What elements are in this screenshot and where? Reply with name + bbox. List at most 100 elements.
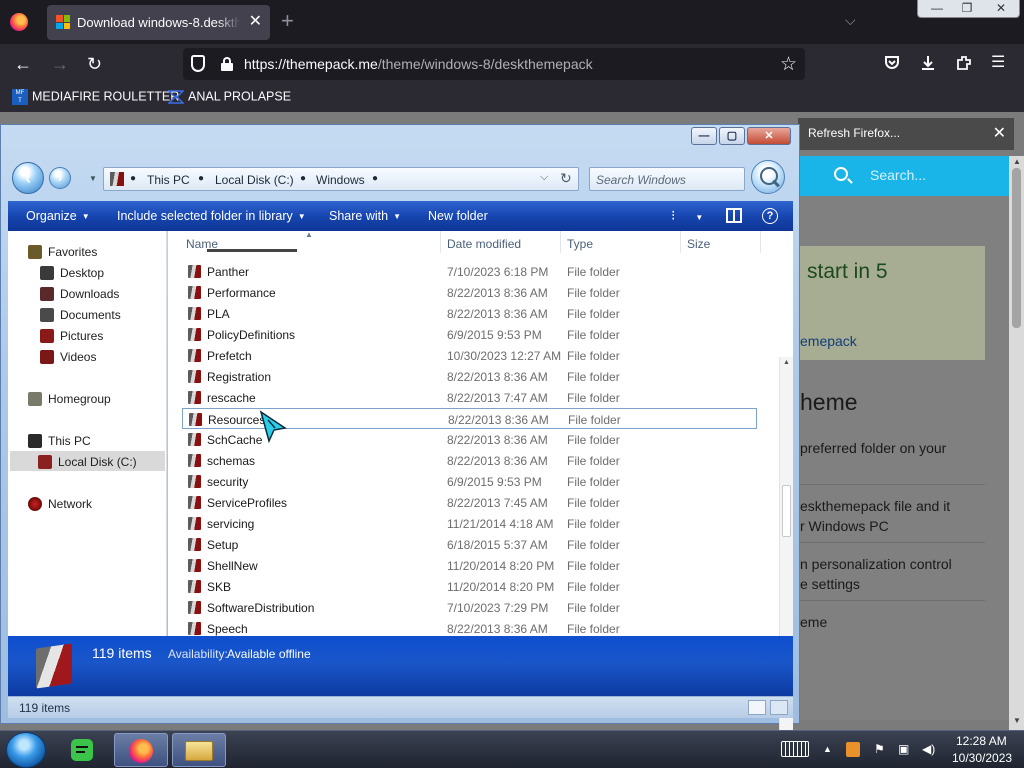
action-center-flag-icon[interactable]: ⚑ bbox=[874, 741, 885, 757]
lock-icon[interactable] bbox=[221, 57, 233, 71]
change-view-icon[interactable]: ⁝ ▼ bbox=[671, 207, 703, 224]
breadcrumb-this-pc[interactable]: This PC bbox=[147, 173, 190, 187]
table-row[interactable]: SKB 11/20/2014 8:20 PM File folder bbox=[182, 576, 757, 597]
nav-documents[interactable]: Documents bbox=[40, 308, 121, 322]
search-windows-input[interactable]: Search Windows bbox=[589, 167, 745, 191]
touch-keyboard-icon[interactable] bbox=[781, 741, 809, 757]
back-button[interactable]: ‹ bbox=[12, 162, 44, 194]
download-link[interactable]: emepack bbox=[800, 333, 857, 349]
network-icon[interactable]: ▣ bbox=[898, 741, 909, 757]
forward-icon[interactable]: → bbox=[51, 54, 69, 74]
search-icon[interactable] bbox=[751, 160, 785, 194]
column-separator[interactable] bbox=[760, 231, 761, 253]
nav-favorites[interactable]: Favorites bbox=[28, 245, 97, 259]
table-row[interactable]: schemas 8/22/2013 8:36 AM File folder bbox=[182, 450, 757, 471]
list-all-tabs-icon[interactable]: ⌵ bbox=[845, 12, 856, 29]
tray-app-icon[interactable] bbox=[846, 742, 860, 757]
minimize-button[interactable]: — bbox=[924, 0, 950, 17]
explorer-minimize-button[interactable]: — bbox=[691, 127, 717, 145]
notification-close-icon[interactable]: ✕ bbox=[993, 123, 1006, 143]
bookmark-second[interactable]: ANAL PROLAPSE bbox=[167, 89, 291, 105]
tracking-shield-icon[interactable] bbox=[191, 55, 205, 72]
scroll-up-arrow[interactable]: ▲ bbox=[1013, 157, 1021, 166]
scroll-up-arrow[interactable]: ▲ bbox=[783, 359, 790, 366]
include-in-library-button[interactable]: Include selected folder in library ▼ bbox=[117, 209, 306, 223]
scrollbar-thumb[interactable] bbox=[1012, 168, 1021, 328]
address-bar[interactable]: ● This PC ● Local Disk (C:) ● Windows ● … bbox=[103, 167, 579, 191]
preview-pane-icon[interactable] bbox=[726, 208, 742, 223]
explorer-close-button[interactable]: ✕ bbox=[747, 127, 791, 145]
search-icon[interactable] bbox=[834, 167, 848, 181]
nav-homegroup[interactable]: Homegroup bbox=[28, 392, 111, 406]
share-with-button[interactable]: Share with ▼ bbox=[329, 209, 401, 223]
clock-date[interactable]: 10/30/2023 bbox=[952, 751, 1012, 765]
browser-tab[interactable]: Download windows-8.deskthemepack ✕ bbox=[47, 5, 270, 40]
organize-button[interactable]: Organize ▼ bbox=[26, 209, 90, 223]
pocket-icon[interactable] bbox=[883, 54, 901, 77]
refresh-firefox-button[interactable]: Refresh Firefox... bbox=[808, 126, 900, 140]
extensions-icon[interactable] bbox=[955, 54, 973, 77]
table-row-partial[interactable] bbox=[182, 244, 757, 252]
scroll-down-arrow[interactable]: ▼ bbox=[1013, 716, 1021, 725]
recent-locations-icon[interactable]: ▼ bbox=[89, 174, 97, 183]
back-icon[interactable]: ← bbox=[14, 54, 32, 74]
table-row[interactable]: Setup 6/18/2015 5:37 AM File folder bbox=[182, 534, 757, 555]
table-row[interactable]: Performance 8/22/2013 8:36 AM File folder bbox=[182, 282, 757, 303]
breadcrumb-separator[interactable]: ● bbox=[130, 173, 136, 184]
breadcrumb-local-disk[interactable]: Local Disk (C:) bbox=[215, 173, 294, 187]
menu-icon[interactable]: ☰ bbox=[991, 54, 1005, 72]
downloads-icon[interactable] bbox=[919, 54, 937, 77]
file-name: security bbox=[207, 475, 249, 489]
help-icon[interactable]: ? bbox=[762, 208, 778, 224]
breadcrumb-separator[interactable]: ● bbox=[300, 173, 306, 184]
show-hidden-icons-icon[interactable]: ▲ bbox=[823, 741, 832, 757]
table-row[interactable]: security 6/9/2015 9:53 PM File folder bbox=[182, 471, 757, 492]
new-tab-icon[interactable]: + bbox=[281, 10, 294, 32]
scrollbar-thumb[interactable] bbox=[782, 485, 791, 537]
url-bar[interactable]: https://themepack.me/theme/windows-8/des… bbox=[183, 48, 805, 80]
bookmark-star-icon[interactable]: ☆ bbox=[780, 53, 797, 76]
explorer-maximize-button[interactable]: ▢ bbox=[719, 127, 745, 145]
start-orb-icon[interactable] bbox=[6, 732, 46, 768]
breadcrumb-separator[interactable]: ● bbox=[198, 173, 204, 184]
nav-desktop[interactable]: Desktop bbox=[40, 266, 104, 280]
nav-local-disk[interactable]: Local Disk (C:) bbox=[38, 455, 137, 469]
url-text[interactable]: https://themepack.me/theme/windows-8/des… bbox=[244, 56, 593, 72]
nav-downloads[interactable]: Downloads bbox=[40, 287, 119, 301]
new-folder-button[interactable]: New folder bbox=[428, 209, 488, 223]
nav-this-pc[interactable]: This PC bbox=[28, 434, 91, 448]
table-row[interactable]: Prefetch 10/30/2023 12:27 AM File folder bbox=[182, 345, 757, 366]
close-button[interactable]: ✕ bbox=[986, 0, 1016, 17]
restore-button[interactable]: ❐ bbox=[954, 0, 980, 17]
breadcrumb-windows[interactable]: Windows bbox=[316, 173, 365, 187]
table-row[interactable]: PLA 8/22/2013 8:36 AM File folder bbox=[182, 303, 757, 324]
table-row[interactable]: Registration 8/22/2013 8:36 AM File folder bbox=[182, 366, 757, 387]
file-explorer-taskbar-icon[interactable] bbox=[172, 733, 226, 767]
table-row[interactable]: Speech 8/22/2013 8:36 AM File folder bbox=[182, 618, 757, 636]
clock-time[interactable]: 12:28 AM bbox=[956, 734, 1007, 748]
page-scrollbar[interactable]: ▲ ▼ bbox=[1009, 156, 1024, 730]
large-icons-view-icon[interactable] bbox=[770, 700, 788, 715]
bookmark-mediafire[interactable]: MF T MEDIAFIRE ROULETTER bbox=[12, 89, 179, 105]
reload-icon[interactable]: ↻ bbox=[87, 54, 102, 74]
table-row[interactable]: SoftwareDistribution 7/10/2023 7:29 PM Fil… bbox=[182, 597, 757, 618]
volume-icon[interactable]: ◀) bbox=[922, 741, 935, 757]
table-row[interactable]: ShellNew 11/20/2014 8:20 PM File folder bbox=[182, 555, 757, 576]
firefox-taskbar-icon[interactable] bbox=[114, 733, 168, 767]
breadcrumb-separator[interactable]: ● bbox=[372, 173, 378, 184]
site-search-input[interactable]: Search... bbox=[870, 167, 926, 183]
table-row[interactable]: ServiceProfiles 8/22/2013 7:45 AM File fol… bbox=[182, 492, 757, 513]
table-row[interactable]: PolicyDefinitions 6/9/2015 9:53 PM File fo… bbox=[182, 324, 757, 345]
nav-videos[interactable]: Videos bbox=[40, 350, 96, 364]
address-dropdown-icon[interactable]: ⌵ bbox=[540, 171, 548, 184]
table-row[interactable]: rescache 8/22/2013 7:47 AM File folder bbox=[182, 387, 757, 408]
table-row[interactable]: Panther 7/10/2023 6:18 PM File folder bbox=[182, 261, 757, 282]
table-row[interactable]: servicing 11/21/2014 4:18 AM File folder bbox=[182, 513, 757, 534]
notes-app-icon[interactable] bbox=[57, 733, 111, 767]
details-view-icon[interactable] bbox=[748, 700, 766, 715]
nav-network[interactable]: Network bbox=[28, 497, 92, 511]
nav-pictures[interactable]: Pictures bbox=[40, 329, 103, 343]
tab-close-icon[interactable]: ✕ bbox=[249, 13, 262, 31]
forward-button[interactable]: › bbox=[49, 167, 71, 189]
refresh-icon[interactable]: ↻ bbox=[560, 170, 572, 187]
